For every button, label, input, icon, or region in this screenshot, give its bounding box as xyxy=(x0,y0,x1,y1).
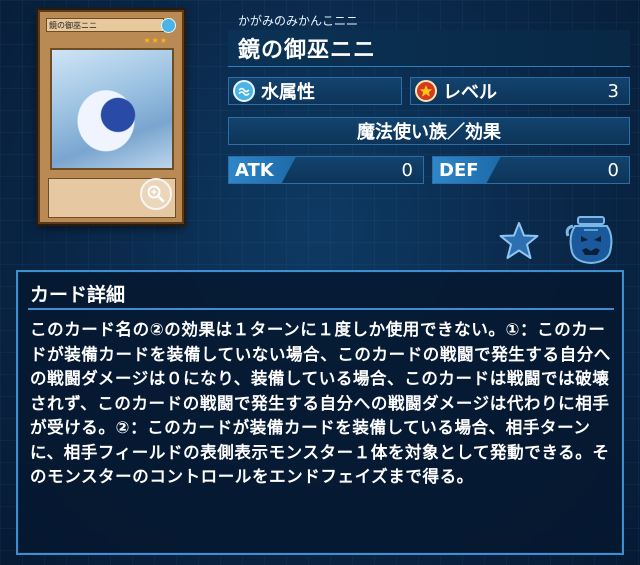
def-box: DEF 0 xyxy=(432,156,630,184)
card-thumbnail-stars: ★★★ xyxy=(143,36,168,45)
atk-value: 0 xyxy=(401,159,413,181)
def-label: DEF xyxy=(433,157,501,183)
attribute-box: 水属性 xyxy=(228,77,402,105)
card-name-title: 鏡の御巫ニニ xyxy=(238,38,377,63)
attribute-label: 水属性 xyxy=(261,82,315,103)
level-box: レベル 3 xyxy=(410,77,630,105)
card-attribute-dot-icon xyxy=(161,18,176,33)
type-box: 魔法使い族／効果 xyxy=(228,117,630,145)
level-label: レベル xyxy=(443,82,497,103)
level-value: 3 xyxy=(607,80,619,102)
level-star-icon xyxy=(415,80,437,102)
atk-label: ATK xyxy=(229,157,296,183)
water-attribute-icon xyxy=(233,80,255,102)
card-artwork xyxy=(50,48,174,170)
card-thumbnail[interactable]: 鏡の御巫ニニ ★★★ xyxy=(38,10,184,224)
def-value: 0 xyxy=(607,159,619,181)
card-details-panel: カード詳細 このカード名の②の効果は１ターンに１度しか使用できない。①：このカー… xyxy=(16,270,624,555)
card-name-row: 鏡の御巫ニニ xyxy=(228,30,630,67)
jar-icon[interactable] xyxy=(564,214,618,266)
type-label: 魔法使い族／効果 xyxy=(357,122,501,143)
atk-box: ATK 0 xyxy=(228,156,424,184)
magnifier-icon xyxy=(147,185,165,203)
card-details-header: カード詳細 xyxy=(28,278,614,310)
card-name-reading: かがみのみかんこニニ xyxy=(238,14,359,28)
star-icon[interactable] xyxy=(498,220,540,262)
card-thumbnail-name: 鏡の御巫ニニ xyxy=(46,18,164,32)
card-effect-text: このカード名の②の効果は１ターンに１度しか使用できない。①：このカードが装備カー… xyxy=(30,320,611,486)
card-details-title: カード詳細 xyxy=(30,284,126,306)
zoom-button[interactable] xyxy=(140,178,172,210)
